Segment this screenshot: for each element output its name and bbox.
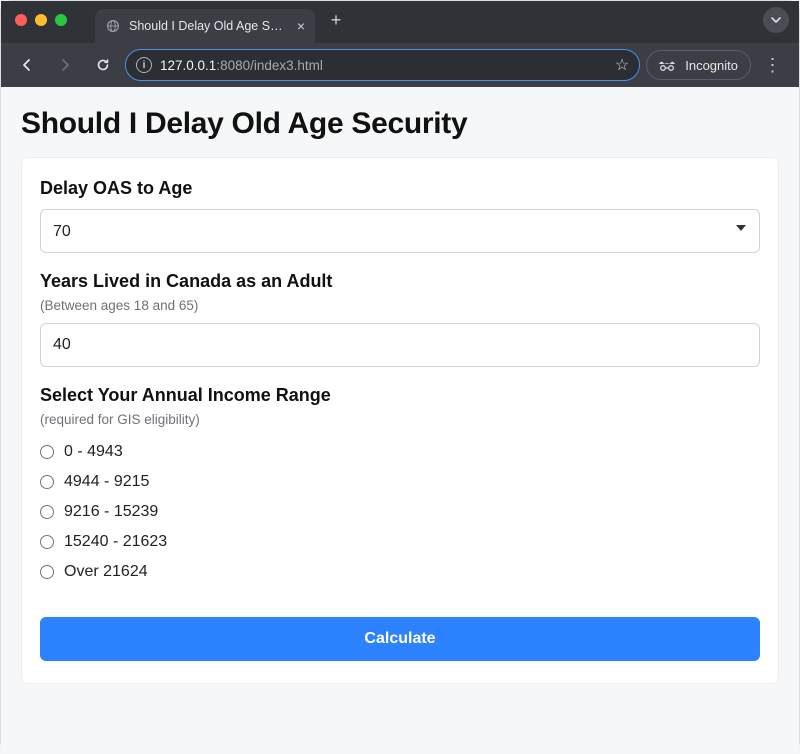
arrow-right-icon: [57, 57, 73, 73]
income-option-label: 4944 - 9215: [64, 473, 149, 491]
reload-button[interactable]: [87, 49, 119, 81]
incognito-label: Incognito: [685, 58, 738, 73]
arrow-left-icon: [19, 57, 35, 73]
field-delay-oas: Delay OAS to Age 70: [40, 178, 760, 253]
form-card: Delay OAS to Age 70 Years Lived in Canad…: [21, 157, 779, 684]
delay-oas-label: Delay OAS to Age: [40, 178, 760, 199]
income-radio[interactable]: [40, 475, 54, 489]
chevron-down-icon: [770, 14, 782, 26]
back-button[interactable]: [11, 49, 43, 81]
field-income-range: Select Your Annual Income Range (require…: [40, 385, 760, 587]
income-radio[interactable]: [40, 565, 54, 579]
incognito-indicator[interactable]: Incognito: [646, 50, 751, 80]
address-bar[interactable]: i 127.0.0.1:8080/index3.html ☆: [125, 49, 640, 81]
income-option[interactable]: 4944 - 9215: [40, 467, 760, 497]
browser-menu-button[interactable]: ⋮: [757, 49, 789, 81]
income-option[interactable]: Over 21624: [40, 557, 760, 587]
income-option-label: 0 - 4943: [64, 443, 123, 461]
income-range-label: Select Your Annual Income Range: [40, 385, 760, 406]
income-option[interactable]: 15240 - 21623: [40, 527, 760, 557]
income-option-label: Over 21624: [64, 563, 148, 581]
income-radio-list: 0 - 4943 4944 - 9215 9216 - 15239 15240 …: [40, 437, 760, 587]
browser-tab[interactable]: Should I Delay Old Age Secur ×: [95, 9, 315, 43]
income-option-label: 9216 - 15239: [64, 503, 158, 521]
delay-oas-select[interactable]: 70: [40, 209, 760, 253]
window-maximize-icon[interactable]: [55, 14, 67, 26]
income-option-label: 15240 - 21623: [64, 533, 167, 551]
url-host: 127.0.0.1:8080/index3.html: [160, 58, 323, 73]
titlebar: Should I Delay Old Age Secur × +: [1, 1, 799, 43]
browser-toolbar: i 127.0.0.1:8080/index3.html ☆ Incognito…: [1, 43, 799, 87]
page-viewport: Should I Delay Old Age Security Delay OA…: [1, 87, 799, 754]
close-icon[interactable]: ×: [297, 18, 305, 34]
browser-chrome: Should I Delay Old Age Secur × + i 127.0…: [1, 1, 799, 87]
site-info-icon[interactable]: i: [136, 57, 152, 73]
years-canada-sublabel: (Between ages 18 and 65): [40, 298, 760, 313]
field-years-canada: Years Lived in Canada as an Adult (Betwe…: [40, 271, 760, 367]
window-controls: [15, 14, 67, 26]
globe-icon: [105, 18, 121, 34]
bookmark-star-icon[interactable]: ☆: [615, 55, 629, 75]
years-canada-label: Years Lived in Canada as an Adult: [40, 271, 760, 292]
window-minimize-icon[interactable]: [35, 14, 47, 26]
window-close-icon[interactable]: [15, 14, 27, 26]
forward-button[interactable]: [49, 49, 81, 81]
income-option[interactable]: 9216 - 15239: [40, 497, 760, 527]
new-tab-button[interactable]: +: [323, 7, 349, 33]
tab-list-button[interactable]: [763, 7, 789, 33]
income-option[interactable]: 0 - 4943: [40, 437, 760, 467]
income-radio[interactable]: [40, 535, 54, 549]
page-title: Should I Delay Old Age Security: [21, 107, 779, 141]
income-radio[interactable]: [40, 505, 54, 519]
tab-title: Should I Delay Old Age Secur: [129, 19, 289, 33]
incognito-icon: [657, 59, 677, 71]
reload-icon: [95, 57, 111, 73]
income-range-sublabel: (required for GIS eligibility): [40, 412, 760, 427]
income-radio[interactable]: [40, 445, 54, 459]
years-canada-input[interactable]: [40, 323, 760, 367]
calculate-button[interactable]: Calculate: [40, 617, 760, 661]
